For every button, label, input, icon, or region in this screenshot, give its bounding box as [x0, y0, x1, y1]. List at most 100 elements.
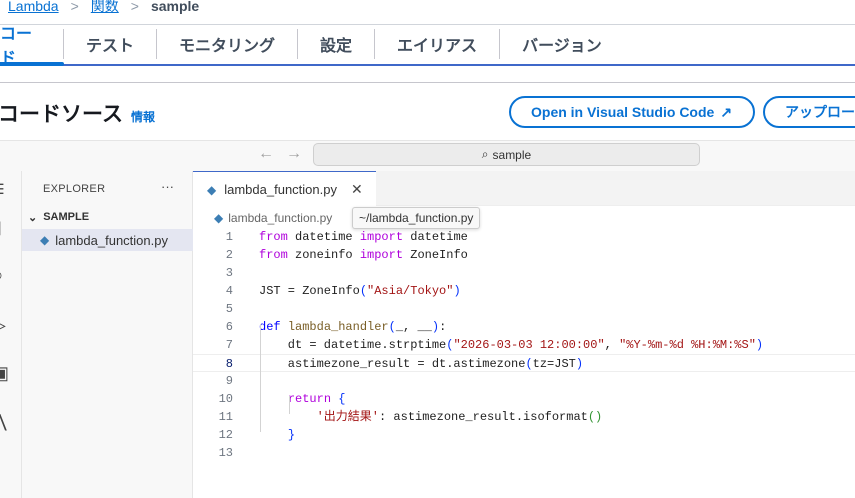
code-token: ): [755, 338, 764, 352]
section-header: コードソース 情報: [0, 98, 155, 128]
tab-test[interactable]: テスト: [64, 29, 158, 59]
code-token: import: [359, 248, 404, 262]
code-token: datetime: [403, 230, 468, 244]
code-token: tz=JST: [532, 357, 576, 371]
aws-icon[interactable]: ⋀: [0, 411, 12, 431]
command-search-box[interactable]: ⌕ sample: [313, 143, 700, 166]
explorer-title: EXPLORER: [43, 183, 106, 195]
upload-from-button[interactable]: アップロード元: [763, 96, 855, 128]
chevron-down-icon: ⌄: [28, 212, 38, 224]
code-token: ): [453, 284, 461, 298]
code-line[interactable]: 2 from zoneinfo import ZoneInfo: [193, 246, 855, 264]
folder-sample[interactable]: ⌄ SAMPLE: [28, 211, 89, 224]
tab-settings[interactable]: 設定: [298, 29, 376, 59]
code-token: lambda_handler: [287, 320, 389, 334]
code-line[interactable]: 4 JST = ZoneInfo("Asia/Tokyo"): [193, 282, 855, 300]
line-number: 13: [218, 446, 233, 460]
code-token: (: [388, 320, 396, 334]
code-line[interactable]: 11 '出力結果': astimezone_result.isoformat(): [193, 408, 855, 426]
menu-icon[interactable]: ☰: [0, 181, 12, 201]
code-line[interactable]: 9: [193, 372, 855, 390]
code-token: def: [259, 320, 281, 334]
code-token: ): [431, 320, 440, 334]
code-token: zoneinfo: [287, 248, 360, 262]
code-token: (: [525, 357, 533, 371]
code-token: ): [575, 357, 584, 371]
code-token: "2026-03-03 12:00:00": [453, 338, 605, 352]
line-number: 1: [225, 230, 233, 244]
python-icon: ◆: [214, 211, 224, 225]
info-link[interactable]: 情報: [131, 108, 155, 125]
code-area[interactable]: 1 from datetime import datetime 2 from zone…: [193, 228, 855, 462]
code-text: }: [259, 426, 295, 444]
line-number: 8: [225, 357, 233, 371]
file-item[interactable]: ◆ lambda_function.py: [22, 229, 193, 251]
line-number: 2: [225, 248, 233, 262]
line-number: 6: [225, 320, 233, 334]
code-token: ,: [604, 338, 620, 352]
code-line[interactable]: 1 from datetime import datetime: [193, 228, 855, 246]
tab-code[interactable]: コード: [0, 26, 64, 67]
files-icon[interactable]: ▯: [0, 217, 12, 237]
line-number: 3: [225, 266, 233, 280]
editor-tab[interactable]: ◆ lambda_function.py ✕: [193, 171, 376, 207]
code-token: "Asia/Tokyo": [367, 284, 454, 298]
code-token: return: [287, 392, 332, 406]
line-number: 10: [218, 392, 233, 406]
chevron-right-icon: >: [70, 0, 79, 14]
tab-aliases[interactable]: エイリアス: [375, 29, 501, 59]
code-line[interactable]: 3: [193, 264, 855, 282]
code-line[interactable]: 7 dt = datetime.strptime("2026-03-03 12:…: [193, 336, 855, 354]
breadcrumb-lambda[interactable]: Lambda: [8, 0, 59, 14]
editor-breadcrumb: ◆ lambda_function.py: [214, 211, 332, 225]
open-vscode-label: Open in Visual Studio Code: [531, 104, 715, 120]
code-token: :: [439, 320, 447, 334]
search-icon: ⌕: [481, 147, 489, 161]
code-text: return {: [259, 390, 346, 408]
search-icon[interactable]: ○: [0, 265, 12, 285]
code-token: (: [359, 284, 368, 298]
more-icon[interactable]: ···: [161, 179, 174, 194]
back-arrow-icon[interactable]: ←: [258, 145, 274, 163]
code-line[interactable]: 13: [193, 444, 855, 462]
code-line[interactable]: 6 def lambda_handler(_, __):: [193, 318, 855, 336]
line-number: 7: [225, 338, 233, 352]
code-line[interactable]: 12 }: [193, 426, 855, 444]
code-text: astimezone_result = dt.astimezone(tz=JST…: [259, 355, 583, 373]
editor: ◆ lambda_function.py ✕ ◆ lambda_function…: [193, 171, 855, 498]
forward-arrow-icon[interactable]: →: [286, 145, 302, 163]
tab-underline: [0, 64, 855, 66]
run-debug-icon[interactable]: ▷: [0, 315, 12, 335]
line-number: 5: [225, 302, 233, 316]
code-text: '出力結果': astimezone_result.isoformat(): [259, 408, 603, 426]
explorer-panel: EXPLORER ··· ⌄ SAMPLE ◆ lambda_function.…: [22, 171, 193, 498]
line-number: 11: [218, 410, 233, 424]
code-token: _, __: [395, 320, 432, 334]
chevron-right-icon: >: [130, 0, 139, 14]
code-line[interactable]: 5: [193, 300, 855, 318]
extensions-icon[interactable]: ▣: [0, 363, 12, 383]
code-line[interactable]: 8 astimezone_result = dt.astimezone(tz=J…: [193, 354, 855, 372]
code-token: from: [259, 230, 288, 244]
folder-label: SAMPLE: [43, 211, 90, 223]
nav-buttons: ← →: [258, 145, 302, 163]
code-token: }: [287, 428, 296, 442]
close-icon[interactable]: ✕: [351, 181, 363, 198]
code-text: def lambda_handler(_, __):: [259, 318, 446, 336]
tab-monitoring[interactable]: モニタリング: [157, 29, 299, 59]
breadcrumb-functions[interactable]: 関数: [91, 0, 119, 16]
tab-versions[interactable]: バージョン: [500, 29, 624, 59]
code-editor-ide: ← → ⌕ sample ☰ ▯ ○ ▷ ▣ ⋀ EXPLORER ··· ⌄ …: [0, 140, 855, 498]
open-vscode-button[interactable]: Open in Visual Studio Code ↗: [509, 96, 755, 128]
path-tooltip: ~/lambda_function.py: [352, 207, 481, 229]
code-line[interactable]: 10 return {: [193, 390, 855, 408]
editor-breadcrumb-file[interactable]: lambda_function.py: [228, 211, 332, 225]
code-token: '出力結果': [316, 410, 380, 424]
code-token: {: [338, 392, 346, 406]
code-text: dt = datetime.strptime("2026-03-03 12:00…: [259, 336, 763, 354]
function-tabs: コード テスト モニタリング 設定 エイリアス バージョン: [0, 26, 624, 67]
active-tab-indicator: [0, 62, 64, 66]
